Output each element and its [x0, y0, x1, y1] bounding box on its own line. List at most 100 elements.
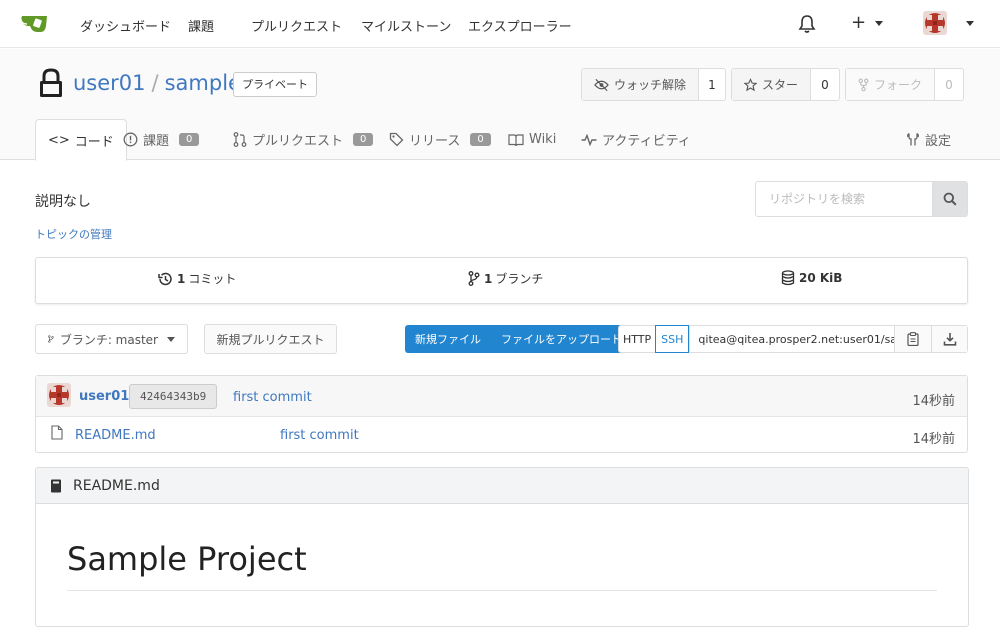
commit-author-link[interactable]: user01: [79, 389, 129, 404]
readme-header: README.md: [36, 468, 968, 504]
size-stat: 20 KiB: [781, 270, 845, 286]
nav-milestones[interactable]: マイルストーン: [361, 16, 451, 35]
clone-panel: HTTP SSH qitea@qitea.prosper2.net:user01…: [618, 325, 968, 353]
bell-icon[interactable]: [798, 14, 816, 34]
readme-filename: README.md: [73, 478, 160, 494]
file-name-link[interactable]: README.md: [75, 428, 156, 443]
repo-name-link[interactable]: sample: [165, 71, 241, 95]
create-new-button[interactable]: +: [851, 12, 866, 33]
lock-icon: [40, 68, 62, 97]
repo-description: 説明なし: [35, 194, 91, 210]
repo-search-input[interactable]: [756, 182, 932, 216]
ssh-clone-button[interactable]: SSH: [655, 325, 690, 353]
commits-label: コミット: [188, 272, 237, 286]
avatar-identicon-icon: [47, 383, 71, 407]
database-icon: [781, 270, 795, 286]
star-label: スター: [761, 78, 798, 92]
tab-releases[interactable]: リリース 0: [389, 119, 491, 160]
tab-pull-requests[interactable]: プルリクエスト 0: [233, 119, 374, 160]
file-table: user01 42464343b9 first commit 14秒前 READ…: [35, 375, 968, 453]
file-commit-message-link[interactable]: first commit: [280, 428, 359, 443]
branches-stat[interactable]: 1 ブランチ: [468, 270, 543, 287]
fork-count[interactable]: 0: [935, 69, 963, 100]
file-actions-group: 新規ファイル ファイルをアップロード: [405, 325, 632, 353]
new-pull-request-button[interactable]: 新規プルリクエスト: [204, 324, 337, 354]
repo-stats-bar: 1 コミット 1 ブランチ 20 KiB: [35, 257, 968, 304]
avatar-identicon-icon: [923, 11, 947, 35]
nav-pull-requests[interactable]: プルリクエスト: [251, 16, 342, 35]
branch-selector-label: ブランチ: master: [59, 332, 158, 347]
tab-code-label: コード: [74, 134, 114, 150]
commit-message-link[interactable]: first commit: [233, 390, 312, 405]
watch-count[interactable]: 1: [699, 69, 725, 100]
tab-activity[interactable]: アクティビティ: [581, 119, 691, 160]
star-button-group: スター 0: [731, 68, 840, 101]
tab-issues-label: 課題: [143, 134, 170, 149]
tab-settings-label: 設定: [925, 134, 952, 149]
git-pull-request-icon: [233, 132, 247, 147]
clone-url-field[interactable]: qitea@qitea.prosper2.net:user01/sample.g…: [689, 326, 895, 352]
tab-issues[interactable]: 課題 0: [123, 119, 200, 160]
chevron-down-icon[interactable]: [966, 21, 974, 26]
fork-label: フォーク: [873, 78, 922, 92]
avatar[interactable]: [47, 383, 71, 407]
repo-header: user01/sample プライベート ウォッチ解除 1 スター 0 フォーク…: [0, 49, 1000, 161]
nav-issues[interactable]: 課題: [188, 16, 214, 35]
branch-selector[interactable]: ブランチ: master: [35, 324, 188, 354]
commits-stat[interactable]: 1 コミット: [157, 270, 236, 287]
fork-button[interactable]: フォーク: [846, 69, 935, 100]
unwatch-label: ウォッチ解除: [613, 78, 686, 92]
repo-size: 20 KiB: [799, 271, 843, 285]
nav-dashboard[interactable]: ダッシュボード: [80, 16, 171, 35]
manage-topics-link[interactable]: トピックの管理: [35, 226, 112, 242]
top-navbar: ダッシュボード 課題 プルリクエスト マイルストーン エクスプローラー +: [0, 0, 1000, 48]
commit-sha-button[interactable]: 42464343b9: [129, 384, 218, 409]
latest-commit-row: user01 42464343b9 first commit 14秒前: [36, 376, 967, 417]
pulse-icon: [581, 133, 597, 146]
star-button[interactable]: スター: [732, 69, 811, 100]
upload-file-button[interactable]: ファイルをアップロード: [491, 325, 632, 353]
http-clone-button[interactable]: HTTP: [619, 326, 655, 352]
tools-icon: [907, 132, 919, 146]
tab-wiki-label: Wiki: [529, 132, 557, 147]
repo-owner-link[interactable]: user01: [73, 71, 146, 95]
issue-opened-icon: [123, 132, 138, 147]
chevron-down-icon[interactable]: [875, 21, 883, 26]
fork-button-group: フォーク 0: [845, 68, 964, 101]
tab-pulls-count: 0: [353, 133, 374, 146]
dropdown-caret-icon: [167, 336, 175, 342]
copy-url-button[interactable]: [895, 326, 931, 352]
tab-releases-count: 0: [470, 133, 491, 146]
tab-issues-count: 0: [179, 133, 200, 146]
file-commit-time: 14秒前: [912, 432, 955, 447]
table-row: README.md first commit 14秒前: [36, 418, 967, 452]
tab-settings[interactable]: 設定: [906, 119, 951, 160]
star-icon: [744, 77, 757, 91]
eye-slash-icon: [594, 78, 609, 91]
nav-explore[interactable]: エクスプローラー: [468, 16, 572, 35]
tab-releases-label: リリース: [409, 134, 461, 149]
tab-code[interactable]: <> コード: [35, 119, 127, 161]
search-button[interactable]: [932, 182, 967, 216]
gitea-logo-icon[interactable]: [20, 12, 48, 34]
readme-heading: Sample Project: [67, 540, 307, 578]
repo-title: user01/sample: [73, 71, 241, 95]
fork-icon: [858, 78, 869, 91]
new-file-button[interactable]: 新規ファイル: [405, 325, 491, 353]
branches-label: ブランチ: [495, 272, 544, 286]
commit-time: 14秒前: [912, 394, 955, 409]
branches-count: 1: [484, 271, 493, 286]
unwatch-button[interactable]: ウォッチ解除: [582, 69, 699, 100]
code-icon: <>: [48, 132, 70, 148]
tab-pulls-label: プルリクエスト: [252, 134, 344, 149]
clipboard-icon: [907, 332, 919, 346]
readme-panel: README.md Sample Project: [35, 467, 969, 627]
repo-search: [755, 181, 968, 217]
download-button[interactable]: [931, 326, 967, 352]
repo-tabs: <> コード 課題 0 プルリクエスト 0 リリース 0 Wiki アクティビテ…: [35, 119, 965, 161]
star-count[interactable]: 0: [811, 69, 839, 100]
tab-wiki[interactable]: Wiki: [508, 119, 556, 160]
watch-button-group: ウォッチ解除 1: [581, 68, 726, 101]
user-avatar[interactable]: [923, 11, 947, 35]
tab-activity-label: アクティビティ: [602, 134, 691, 149]
